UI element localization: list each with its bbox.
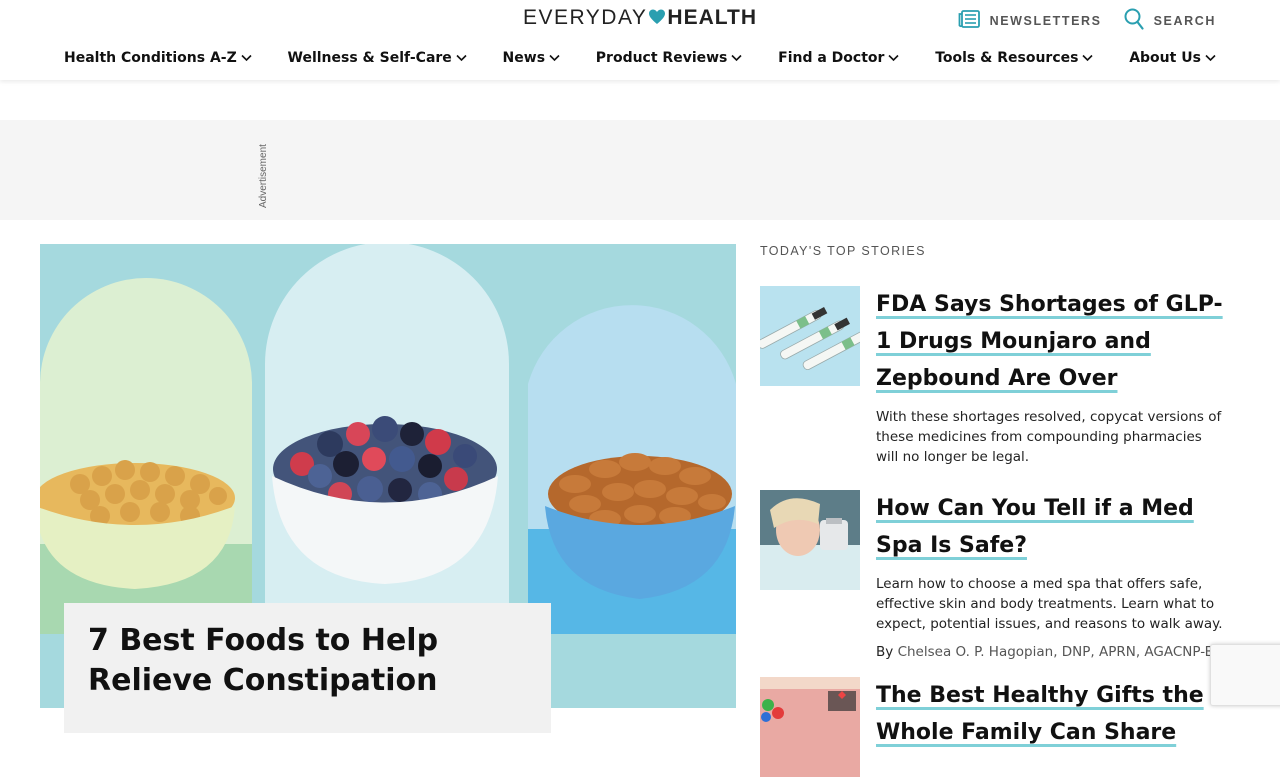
- newsletters-label: NEWSLETTERS: [989, 13, 1102, 28]
- search-button[interactable]: SEARCH: [1124, 8, 1216, 33]
- story-body: How Can You Tell if a Med Spa Is Safe? L…: [876, 490, 1226, 660]
- nav-item-label: Wellness & Self-Care: [287, 50, 452, 66]
- nav-item-wellness[interactable]: Wellness & Self-Care: [288, 50, 467, 66]
- chevron-down-icon: [549, 50, 560, 66]
- nav-item-health-conditions[interactable]: Health Conditions A-Z: [64, 50, 252, 66]
- nav-item-tools[interactable]: Tools & Resources: [935, 50, 1094, 66]
- chevron-down-icon: [731, 50, 742, 66]
- newspaper-icon: [958, 10, 980, 31]
- nav-item-product-reviews[interactable]: Product Reviews: [596, 50, 743, 66]
- nav-item-about[interactable]: About Us: [1129, 50, 1216, 66]
- chevron-down-icon: [1205, 50, 1216, 66]
- story-body: The Best Healthy Gifts the Whole Family …: [876, 677, 1226, 751]
- newsletters-button[interactable]: NEWSLETTERS: [958, 10, 1102, 31]
- chevron-down-icon: [241, 50, 252, 66]
- search-label: SEARCH: [1153, 13, 1216, 28]
- story-description: With these shortages resolved, copycat v…: [876, 409, 1222, 465]
- story-description: Learn how to choose a med spa that offer…: [876, 576, 1223, 632]
- header-actions: NEWSLETTERS SEARCH: [958, 8, 1216, 33]
- chevron-down-icon: [1082, 50, 1094, 66]
- nav-item-find-doctor[interactable]: Find a Doctor: [778, 50, 900, 66]
- chevron-down-icon: [456, 50, 467, 66]
- nav-item-news[interactable]: News: [503, 50, 560, 66]
- top-stories-heading: TODAY'S TOP STORIES: [760, 244, 926, 258]
- story-thumbnail[interactable]: [760, 677, 860, 777]
- story-title-link[interactable]: How Can You Tell if a Med Spa Is Safe?: [876, 490, 1226, 564]
- hero-caption-card[interactable]: 7 Best Foods to Help Relieve Constipatio…: [64, 603, 551, 733]
- ad-label: Advertisement: [258, 144, 269, 208]
- hero-title[interactable]: 7 Best Foods to Help Relieve Constipatio…: [88, 621, 527, 701]
- site-header: EVERYDAY HEALTH NEWSLETTERS SEARCH Health…: [0, 0, 1280, 80]
- heart-icon: [648, 8, 666, 32]
- nav-item-label: About Us: [1129, 50, 1201, 66]
- nav-item-label: Product Reviews: [595, 50, 728, 66]
- story-thumbnail[interactable]: [760, 490, 860, 590]
- ad-slot: [0, 120, 1280, 220]
- search-icon: [1124, 8, 1144, 33]
- story-thumbnail[interactable]: [760, 286, 860, 386]
- nav-item-label: Find a Doctor: [778, 50, 885, 66]
- story-title-link[interactable]: The Best Healthy Gifts the Whole Family …: [876, 677, 1226, 751]
- author-link[interactable]: Chelsea O. P. Hagopian, DNP, APRN, AGACN…: [898, 644, 1224, 660]
- story-body: FDA Says Shortages of GLP-1 Drugs Mounja…: [876, 286, 1226, 467]
- byline-prefix: By: [876, 644, 894, 660]
- chevron-down-icon: [888, 50, 900, 66]
- story-title-link[interactable]: FDA Says Shortages of GLP-1 Drugs Mounja…: [876, 286, 1226, 397]
- logo-text-left: EVERYDAY: [522, 6, 648, 29]
- main-nav: Health Conditions A-Z Wellness & Self-Ca…: [64, 50, 1216, 66]
- nav-item-label: News: [502, 50, 546, 66]
- recaptcha-badge[interactable]: [1210, 644, 1280, 706]
- nav-item-label: Health Conditions A-Z: [64, 50, 237, 66]
- nav-item-label: Tools & Resources: [935, 50, 1079, 66]
- logo-text-right: HEALTH: [667, 6, 758, 29]
- story-byline: By Chelsea O. P. Hagopian, DNP, APRN, AG…: [876, 644, 1226, 660]
